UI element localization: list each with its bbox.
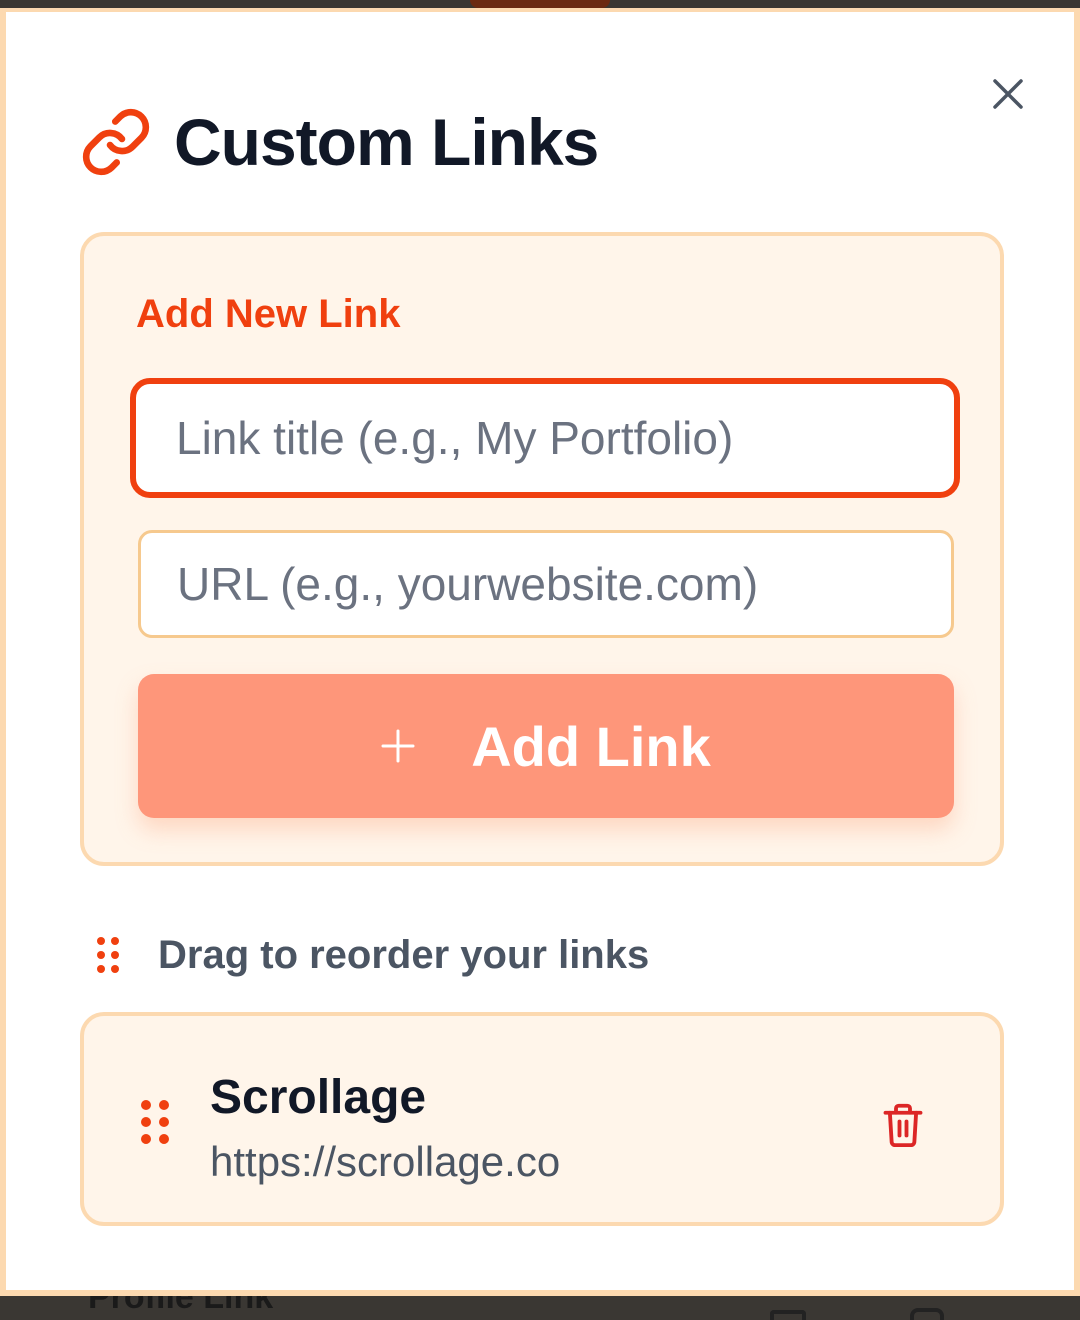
grip-dots-icon (97, 937, 119, 973)
background-copy-icon (910, 1308, 944, 1320)
link-url-placeholder: URL (e.g., yourwebsite.com) (177, 558, 759, 610)
modal-header: Custom Links (80, 100, 599, 184)
drag-handle-icon[interactable] (140, 1098, 170, 1146)
modal-title: Custom Links (174, 105, 599, 179)
link-icon (82, 108, 150, 176)
reorder-hint-text: Drag to reorder your links (158, 932, 650, 977)
link-title-placeholder: Link title (e.g., My Portfolio) (176, 412, 734, 464)
link-title-input[interactable]: Link title (e.g., My Portfolio) (130, 378, 960, 498)
close-button[interactable] (982, 68, 1034, 120)
link-list-item: Scrollage https://scrollage.co (80, 1012, 1004, 1226)
link-item-url: https://scrollage.co (210, 1138, 561, 1185)
background-qr-icon (770, 1310, 806, 1320)
add-link-card: Add New Link Link title (e.g., My Portfo… (80, 232, 1004, 866)
link-item-title: Scrollage (210, 1071, 427, 1124)
backdrop-bottom: Profile Link (0, 1296, 1080, 1320)
reorder-hint: Drag to reorder your links (96, 930, 649, 980)
delete-link-button[interactable] (878, 1096, 928, 1154)
link-url-input[interactable]: URL (e.g., yourwebsite.com) (138, 530, 954, 638)
backdrop-top (0, 0, 1080, 8)
custom-links-modal: Custom Links Add New Link Link title (e.… (0, 8, 1080, 1296)
plus-icon (381, 729, 415, 763)
close-icon (993, 79, 1023, 109)
add-link-section-title: Add New Link (136, 292, 401, 336)
background-profile-link-label: Profile Link (88, 1296, 274, 1316)
backdrop-avatar-edge (470, 0, 610, 8)
add-link-button-label: Add Link (471, 714, 711, 778)
add-link-button[interactable]: Add Link (138, 674, 954, 818)
trash-icon (883, 1103, 923, 1148)
